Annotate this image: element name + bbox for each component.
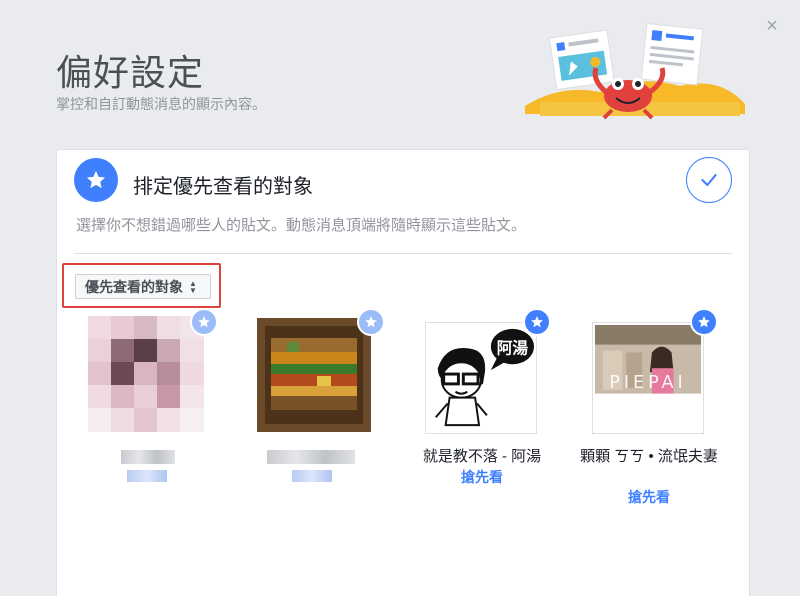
section-title: 排定優先查看的對象: [133, 176, 313, 198]
close-icon[interactable]: ×: [762, 16, 782, 36]
speech-bubble-text: 阿湯: [497, 338, 529, 357]
avatar: 阿湯: [425, 322, 537, 434]
done-button[interactable]: [686, 157, 732, 203]
filter-dropdown[interactable]: 優先查看的對象 ▲ ▼: [75, 274, 211, 299]
see-first-link-redacted[interactable]: [127, 470, 167, 482]
avatar: PIEPAI: [592, 322, 704, 434]
page-subtitle: 掌控和自訂動態消息的顯示內容。: [56, 96, 266, 112]
person-name: 就是教不落 - 阿湯: [422, 448, 542, 465]
see-first-link[interactable]: 搶先看: [411, 467, 553, 487]
divider: [74, 253, 732, 254]
person-name: 顆顆 ㄎㄎ • 流氓夫妻: [580, 448, 718, 465]
section-description: 選擇你不想錯過哪些人的貼文。動態消息頂端將隨時顯示這些貼文。: [76, 217, 527, 234]
sort-arrows-icon: ▲ ▼: [189, 278, 197, 295]
name-redacted: [267, 450, 355, 464]
star-icon: [74, 158, 118, 202]
star-icon: [357, 308, 385, 336]
check-icon: [701, 173, 717, 187]
see-first-card: 排定優先查看的對象 選擇你不想錯過哪些人的貼文。動態消息頂端將隨時顯示這些貼文。…: [56, 149, 750, 596]
star-icon: [523, 308, 551, 336]
page-title: 偏好設定: [56, 52, 205, 93]
star-icon: [690, 308, 718, 336]
name-redacted: [121, 450, 175, 464]
see-first-link[interactable]: 搶先看: [575, 487, 723, 507]
photo-overlay-text: PIEPAI: [609, 373, 686, 393]
filter-dropdown-label: 優先查看的對象: [85, 278, 183, 295]
star-icon: [190, 308, 218, 336]
header-illustration: [525, 22, 745, 120]
see-first-link-redacted[interactable]: [292, 470, 332, 482]
avatar: [88, 316, 204, 432]
avatar: [257, 318, 371, 432]
